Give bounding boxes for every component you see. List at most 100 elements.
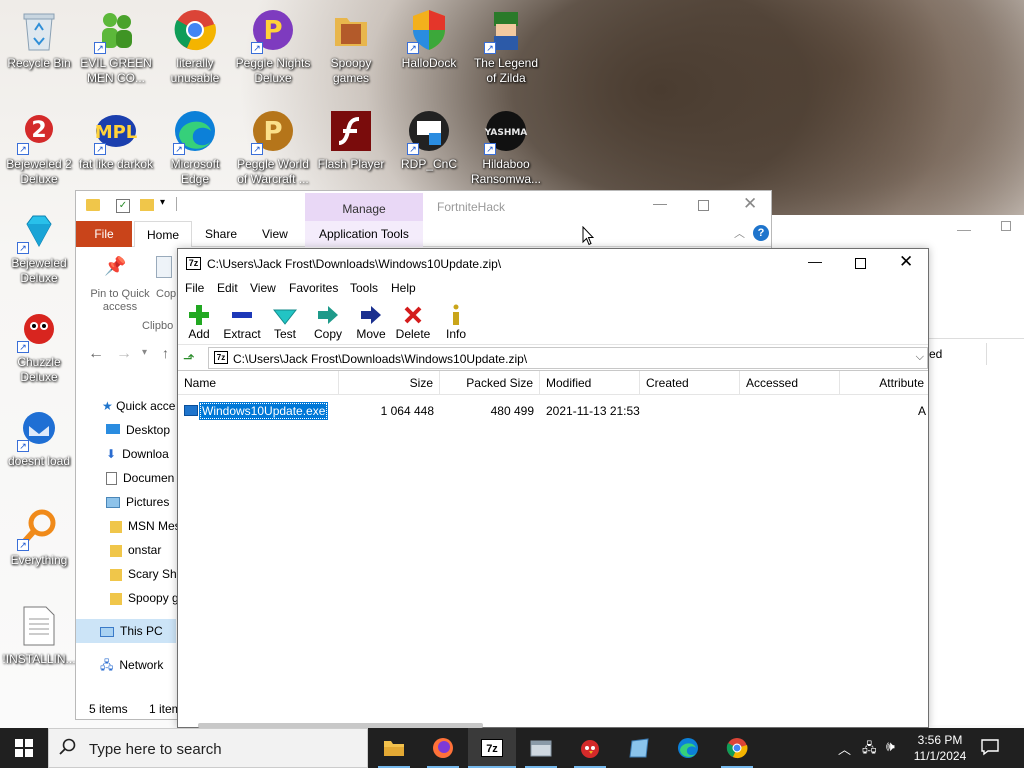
column-packed-size[interactable]: Packed Size <box>440 371 540 395</box>
recent-dropdown-icon[interactable]: ▾ <box>142 347 147 358</box>
start-button[interactable] <box>0 728 48 768</box>
move-button[interactable]: Move <box>354 303 388 341</box>
network-icon[interactable]: 🖧 <box>862 739 877 761</box>
desktop-icon-recycle-bin[interactable]: Recycle Bin <box>1 6 77 71</box>
taskbar-notepad[interactable] <box>615 728 663 768</box>
taskbar-firefox[interactable] <box>419 728 467 768</box>
new-folder-icon[interactable] <box>140 199 154 211</box>
desktop-icon-bejeweled-deluxe[interactable]: ↗ Bejeweled Deluxe <box>1 206 77 286</box>
close-icon[interactable]: ✕ <box>899 252 913 272</box>
desktop-icon-peggle-wow[interactable]: P ↗ Peggle World of Warcraft ... <box>235 107 311 187</box>
taskbar-edge[interactable] <box>664 728 712 768</box>
column-size[interactable]: Size <box>339 371 440 395</box>
tab-view[interactable]: View <box>250 221 300 247</box>
sevenzip-window[interactable]: 7z C:\Users\Jack Frost\Downloads\Windows… <box>177 248 929 728</box>
up-arrow-icon[interactable]: ↑ <box>162 345 169 361</box>
address-dropdown-icon[interactable]: ⌵ <box>916 351 924 364</box>
desktop-icon-fat-like-darkok[interactable]: MPL ↗ fat like darkok <box>78 107 154 172</box>
taskbar-clock[interactable]: 3:56 PM 11/1/2024 <box>912 732 968 764</box>
desktop-icon-evil-green-men[interactable]: ↗ EVIL GREEN MEN CO... <box>78 6 154 86</box>
back-arrow-icon[interactable]: ← <box>88 345 104 363</box>
nav-item-downloads[interactable]: ⬇ Downloa <box>106 447 169 461</box>
column-name[interactable]: Name <box>178 371 339 395</box>
desktop-icon-microsoft-edge[interactable]: ↗ Microsoft Edge <box>157 107 233 187</box>
parent-folder-icon[interactable]: ⬏ <box>183 350 195 367</box>
desktop-icon-installing[interactable]: !INSTALLIN... <box>1 602 77 667</box>
maximize-icon[interactable] <box>1001 221 1011 231</box>
taskbar-angry-birds[interactable] <box>566 728 614 768</box>
menu-view[interactable]: View <box>250 281 276 295</box>
copy-button[interactable]: Copy <box>311 303 345 341</box>
firefox-icon <box>433 738 453 758</box>
minimize-icon[interactable]: — <box>653 195 667 211</box>
ribbon-collapse-icon[interactable]: ︿ <box>734 225 745 241</box>
column-attributes[interactable]: Attribute <box>840 371 930 395</box>
nav-item-onstar[interactable]: onstar <box>110 543 161 557</box>
column-created[interactable]: Created <box>640 371 740 395</box>
desktop-icon-spoopy-games[interactable]: Spoopy games <box>313 6 389 86</box>
menu-help[interactable]: Help <box>391 281 416 295</box>
nav-item-msn[interactable]: MSN Mes <box>110 519 181 533</box>
sevenzip-title-bar[interactable]: 7z C:\Users\Jack Frost\Downloads\Windows… <box>178 249 928 279</box>
menu-file[interactable]: File <box>185 281 204 295</box>
pin-icon[interactable]: 📌 <box>104 256 126 277</box>
help-icon[interactable]: ? <box>753 225 769 241</box>
notification-center-icon[interactable] <box>980 738 1000 759</box>
minimize-icon[interactable]: — <box>808 253 822 269</box>
menu-tools[interactable]: Tools <box>350 281 378 295</box>
desktop-icon-rdp-cnc[interactable]: ↗ RDP_CnC <box>391 107 467 172</box>
menu-favorites[interactable]: Favorites <box>289 281 338 295</box>
desktop-icon-doesnt-load[interactable]: ↗ doesnt load <box>1 404 77 469</box>
close-icon[interactable]: ✕ <box>743 194 757 214</box>
nav-item-documents[interactable]: Documen <box>106 471 174 486</box>
desktop-icon-legend-of-zilda[interactable]: ↗ The Legend of Zilda <box>468 6 544 86</box>
extract-button[interactable]: Extract <box>222 303 262 341</box>
nav-item-quick-access[interactable]: ★ Quick acce <box>102 399 175 413</box>
quick-access-dropdown-icon[interactable]: ▾ <box>160 197 165 208</box>
tab-home[interactable]: Home <box>134 221 193 247</box>
minimize-icon[interactable]: — <box>957 221 971 237</box>
column-modified[interactable]: Modified <box>540 371 640 395</box>
delete-button[interactable]: Delete <box>395 303 431 341</box>
file-name-selected[interactable]: Windows10Update.exe <box>199 402 329 420</box>
taskbar-file-explorer[interactable] <box>370 728 418 768</box>
manage-tab[interactable]: Manage <box>305 193 423 221</box>
taskbar-app-window[interactable] <box>517 728 565 768</box>
info-button[interactable]: Info <box>442 303 470 341</box>
maximize-icon[interactable] <box>855 258 866 269</box>
add-button[interactable]: Add <box>185 303 213 341</box>
desktop-icon-chuzzle[interactable]: ↗ Chuzzle Deluxe <box>1 305 77 385</box>
nav-item-desktop[interactable]: Desktop <box>106 423 170 437</box>
copy-icon[interactable] <box>156 256 172 278</box>
desktop-icon-flash-player[interactable]: Flash Player <box>313 107 389 172</box>
desktop-icon-hallodock[interactable]: ↗ HalloDock <box>391 6 467 71</box>
tab-share[interactable]: Share <box>193 221 249 247</box>
taskbar-7zip[interactable]: 7z <box>468 728 516 768</box>
address-input[interactable]: 7z C:\Users\Jack Frost\Downloads\Windows… <box>208 347 928 369</box>
copy-button[interactable]: Cop <box>156 288 176 300</box>
column-accessed[interactable]: Accessed <box>740 371 840 395</box>
desktop-icon-hildaboo[interactable]: YASHMA ↗ Hildaboo Ransomwa... <box>468 107 544 187</box>
properties-icon[interactable]: ✓ <box>116 199 130 213</box>
nav-item-pictures[interactable]: Pictures <box>106 495 169 509</box>
nav-item-network[interactable]: 🖧 Network <box>100 656 163 677</box>
show-hidden-icons-chevron-icon[interactable]: ︿ <box>838 739 851 758</box>
explorer-title-bar[interactable]: ✓ ▾ Manage FortniteHack — ✕ <box>76 191 771 221</box>
menu-edit[interactable]: Edit <box>217 281 238 295</box>
taskbar-chrome[interactable] <box>713 728 761 768</box>
desktop-icon-bejeweled-2[interactable]: 2 ↗ Bejeweled 2 Deluxe <box>1 107 77 187</box>
tab-file[interactable]: File <box>76 221 132 247</box>
desktop-icon-literally-unusable[interactable]: literally unusable <box>157 6 233 86</box>
test-button[interactable]: Test <box>271 303 299 341</box>
tab-application-tools[interactable]: Application Tools <box>307 221 421 247</box>
desktop-icon-everything[interactable]: ↗ Everything <box>1 503 77 568</box>
forward-arrow-icon[interactable]: → <box>116 345 132 363</box>
nav-item-spoopy[interactable]: Spoopy g <box>110 591 179 605</box>
desktop-icon-peggle-nights[interactable]: P ↗ Peggle Nights Deluxe <box>235 6 311 86</box>
maximize-icon[interactable] <box>698 200 709 211</box>
table-row[interactable]: Windows10Update.exe 1 064 448 480 499 20… <box>178 401 928 421</box>
pin-to-quick-access-button[interactable]: Pin to Quick access <box>82 288 158 314</box>
taskbar-search-box[interactable]: Type here to search <box>48 728 368 768</box>
volume-icon[interactable]: 🕪 <box>886 738 895 755</box>
nav-item-scary[interactable]: Scary Shi <box>110 567 179 581</box>
